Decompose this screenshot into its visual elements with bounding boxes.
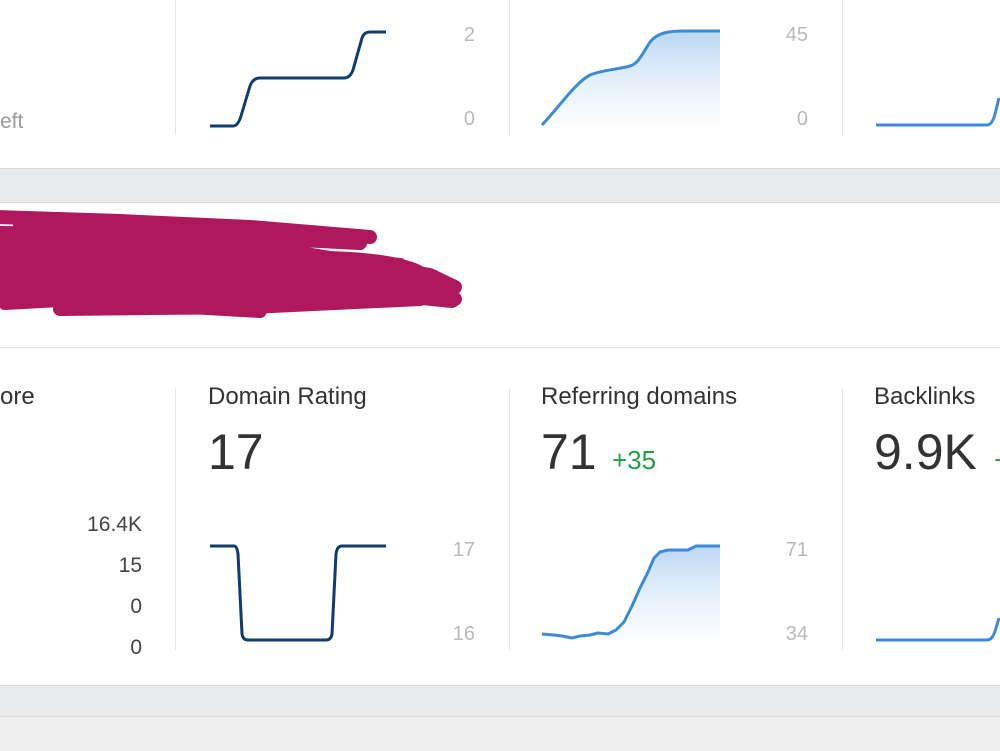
left-axis-value-1: 16.4K (87, 513, 142, 536)
redaction-scribble (0, 210, 462, 318)
metrics-card-top: eft 2 0 45 0 (0, 0, 1000, 169)
sparkline-chart-3 (876, 97, 1000, 127)
axis-min-label: 0 (463, 108, 475, 130)
backlinks-delta: + (994, 445, 1000, 476)
left-axis-value-2: 15 (118, 554, 142, 577)
left-partial-metric-label: ore (0, 383, 35, 410)
axis-max-label: 2 (463, 24, 475, 46)
domain-rating-axis-min: 16 (452, 623, 475, 645)
axis-min-label: 0 (796, 108, 808, 130)
sparkline-line (210, 30, 386, 128)
sparkline-chart-2 (540, 29, 720, 127)
sparkline-line (876, 617, 1000, 642)
left-axis-value-4: 0 (130, 636, 142, 659)
next-card-edge (0, 716, 1000, 751)
referring-domains-axis-max: 71 (785, 539, 808, 561)
domain-rating-value: 17 (208, 424, 264, 480)
backlinks-label: Backlinks (874, 383, 976, 410)
sparkline-area (542, 31, 720, 125)
panel-divider (509, 388, 510, 650)
sparkline-chart-1 (210, 30, 386, 128)
domain-rating-sparkline (210, 544, 386, 642)
panel-divider (175, 0, 176, 135)
left-axis-value-3: 0 (130, 595, 142, 618)
site-header-card (0, 202, 1000, 347)
domain-rating-label: Domain Rating (208, 383, 367, 410)
backlinks-value: 9.9K (874, 424, 977, 480)
sparkline-line (210, 544, 386, 642)
sparkline-area (542, 546, 720, 640)
referring-domains-sparkline (541, 544, 720, 640)
domain-rating-axis-max: 17 (452, 539, 475, 561)
backlinks-sparkline (876, 617, 1000, 642)
panel-divider (842, 388, 843, 650)
referring-domains-axis-min: 34 (785, 623, 808, 645)
axis-max-label: 45 (785, 24, 808, 46)
panel-divider (842, 0, 843, 135)
metrics-card-bottom: ore 16.4K 15 0 0 Domain Rating 17 17 16 … (0, 347, 1000, 686)
sparkline-line (876, 97, 1000, 127)
left-partial-label: eft (0, 110, 24, 133)
panel-divider (509, 0, 510, 135)
referring-domains-label: Referring domains (541, 383, 738, 410)
referring-domains-value: 71 (541, 424, 597, 480)
referring-domains-delta: +35 (612, 445, 657, 475)
panel-divider (175, 388, 176, 650)
